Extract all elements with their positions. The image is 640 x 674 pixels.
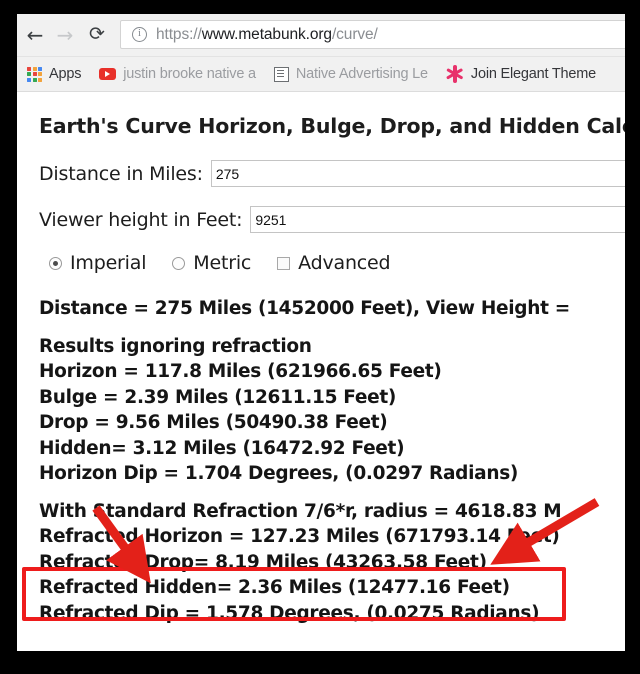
advanced-label: Advanced	[298, 252, 391, 274]
page-title: Earth's Curve Horizon, Bulge, Drop, and …	[39, 114, 625, 138]
distance-field-row: Distance in Miles:	[39, 160, 625, 187]
imperial-radio[interactable]	[49, 256, 62, 270]
no-refraction-heading: Results ignoring refraction	[39, 335, 312, 357]
result-drop: Drop = 9.56 Miles (50490.38 Feet)	[39, 412, 388, 433]
address-bar-url: https://www.metabunk.org/curve/	[156, 26, 378, 44]
url-path: /curve/	[331, 25, 378, 43]
viewer-height-input[interactable]	[250, 206, 625, 233]
bookmark-native-advertising[interactable]: Native Advertising Le	[273, 66, 428, 82]
bookmark-apps[interactable]: Apps	[27, 66, 81, 82]
bookmark-label: Native Advertising Le	[295, 66, 428, 82]
metric-label: Metric	[193, 252, 252, 274]
refraction-heading: With Standard Refraction 7/6*r, radius =…	[39, 500, 562, 522]
browser-window: ← → ⟳ https://www.metabunk.org/curve/ Ap…	[17, 14, 625, 651]
youtube-icon	[99, 68, 117, 80]
back-arrow-icon[interactable]: ←	[23, 23, 47, 47]
document-icon	[273, 66, 289, 82]
unit-option-metric[interactable]: Metric	[162, 252, 251, 274]
bookmark-elegant-themes[interactable]: Join Elegant Theme	[446, 65, 596, 83]
distance-label: Distance in Miles:	[39, 162, 203, 185]
url-scheme: https://	[156, 25, 202, 43]
bookmarks-bar: Apps justin brooke native a Native Adver…	[17, 57, 625, 92]
page-viewport: Earth's Curve Horizon, Bulge, Drop, and …	[17, 92, 625, 651]
advanced-checkbox[interactable]	[277, 256, 291, 270]
result-summary-line: Distance = 275 Miles (1452000 Feet), Vie…	[39, 298, 570, 319]
unit-option-advanced[interactable]: Advanced	[267, 252, 391, 274]
result-horizon-dip: Horizon Dip = 1.704 Degrees, (0.0297 Rad…	[39, 463, 519, 484]
reload-icon[interactable]: ⟳	[85, 23, 109, 47]
browser-toolbar: ← → ⟳ https://www.metabunk.org/curve/	[17, 14, 625, 57]
bookmark-label: justin brooke native a	[123, 66, 256, 82]
url-host: www.metabunk.org	[201, 25, 332, 43]
forward-arrow-icon[interactable]: →	[53, 23, 77, 47]
viewer-height-label: Viewer height in Feet:	[39, 208, 243, 231]
result-horizon: Horizon = 117.8 Miles (621966.65 Feet)	[39, 361, 442, 382]
result-hidden: Hidden= 3.12 Miles (16472.92 Feet)	[39, 437, 405, 459]
distance-input[interactable]	[210, 160, 625, 187]
screenshot-root: ← → ⟳ https://www.metabunk.org/curve/ Ap…	[0, 0, 640, 674]
viewer-height-field-row: Viewer height in Feet:	[39, 206, 625, 233]
address-bar[interactable]: https://www.metabunk.org/curve/	[120, 20, 625, 49]
result-refracted-hidden: Refracted Hidden= 2.36 Miles (12477.16 F…	[39, 577, 510, 598]
imperial-label: Imperial	[70, 252, 147, 274]
result-refracted-horizon: Refracted Horizon = 127.23 Miles (671793…	[39, 526, 560, 547]
unit-selector-row: Imperial Metric Advanced	[39, 252, 625, 274]
apps-grid-icon	[27, 66, 42, 82]
result-refracted-drop: Refracted Drop= 8.19 Miles (43263.58 Fee…	[39, 551, 487, 573]
info-circle-icon[interactable]	[132, 26, 147, 42]
result-bulge: Bulge = 2.39 Miles (12611.15 Feet)	[39, 386, 397, 408]
metric-radio[interactable]	[172, 256, 186, 270]
bookmark-justin-brooke[interactable]: justin brooke native a	[99, 66, 256, 82]
bookmark-label: Apps	[49, 66, 82, 82]
result-refracted-dip: Refracted Dip = 1.578 Degrees, (0.0275 R…	[39, 602, 540, 624]
bookmark-label: Join Elegant Theme	[470, 66, 597, 82]
unit-option-imperial[interactable]: Imperial	[39, 252, 146, 274]
elegant-themes-asterisk-icon	[446, 65, 464, 83]
results-block: Distance = 275 Miles (1452000 Feet), Vie…	[39, 296, 625, 626]
